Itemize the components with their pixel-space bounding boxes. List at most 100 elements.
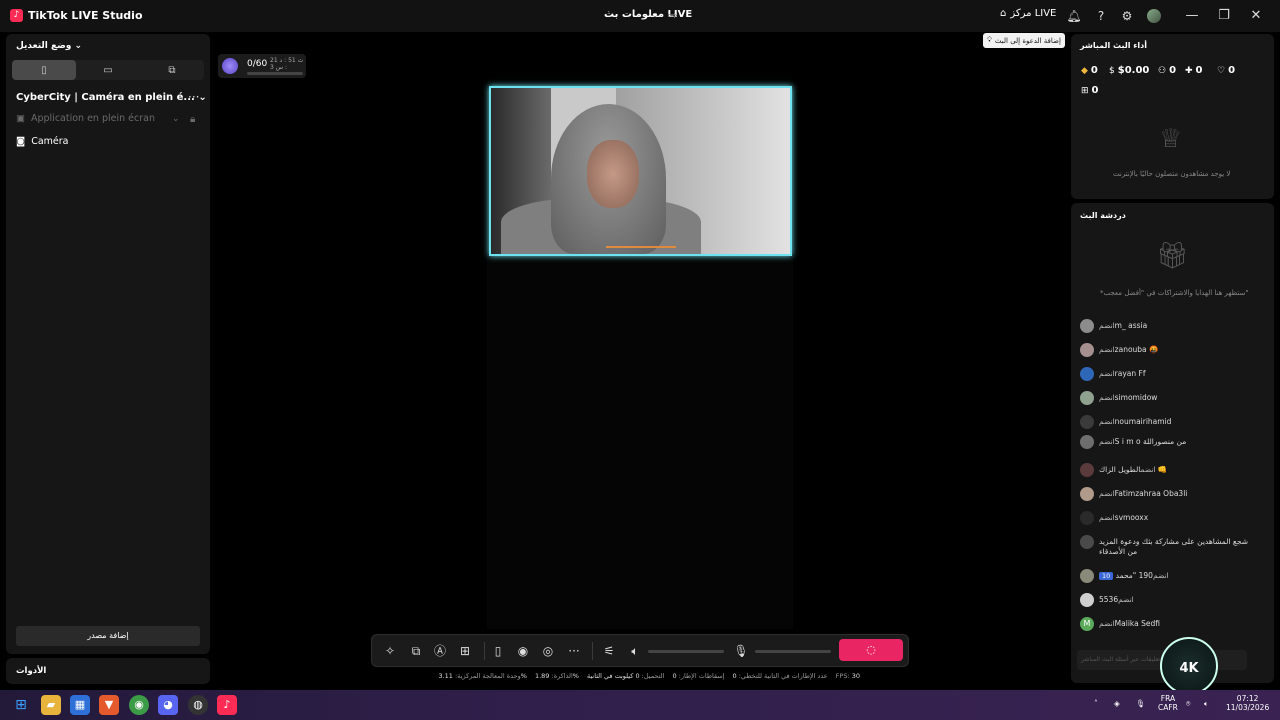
joined-label: انضم xyxy=(1152,571,1169,580)
diamonds-metric: ◆ 0 xyxy=(1081,65,1098,76)
record-icon[interactable]: ◉ xyxy=(515,643,531,659)
chat-message-text: انضم190 "محمد 10 xyxy=(1099,569,1169,581)
tools-label: الأدوات xyxy=(16,666,47,676)
app-title: TikTok LIVE Studio xyxy=(28,9,143,22)
share-icon[interactable]: ⇨ xyxy=(668,9,677,22)
chat-message[interactable]: شجع المشاهدين على مشاركة بثك ودعوة المزي… xyxy=(1080,535,1260,557)
speaker-volume-slider[interactable] xyxy=(648,650,724,653)
maximize-button[interactable]: ❐ xyxy=(1209,6,1239,26)
chat-message[interactable]: انضم5536 xyxy=(1080,593,1260,607)
discord-icon[interactable]: ◕ xyxy=(158,695,178,715)
add-scene-icon[interactable]: ⊞ xyxy=(457,643,473,659)
source-item-camera[interactable]: ◙ Caméra xyxy=(16,133,69,149)
chat-message-text: انضم5536 xyxy=(1099,593,1134,605)
microphone-icon[interactable]: 🎙︎ xyxy=(733,643,749,659)
gift-icon: ⊞ xyxy=(1081,85,1089,96)
camera-source-frame[interactable] xyxy=(489,86,792,256)
minimize-button[interactable]: — xyxy=(1177,6,1207,26)
landscape-icon: ▭ xyxy=(103,64,113,76)
tray-app-icon[interactable]: ◈ xyxy=(1114,699,1120,708)
gifts-metric: ⊞ 0 xyxy=(1081,85,1099,96)
chrome-icon[interactable]: ◉ xyxy=(129,695,149,715)
gear-icon[interactable]: ⚙ xyxy=(1119,8,1135,24)
tiktok-taskbar-icon[interactable]: ♪ xyxy=(217,695,237,715)
chat-message[interactable]: انضمS i m o من منصوراللة xyxy=(1080,435,1260,449)
phone-icon[interactable]: ▯ xyxy=(490,643,506,659)
control-bar: ✧ ⧉ Ⓐ ⊞ ▯ ◉ ◎ ··· ⚟ 🔈︎ 🎙︎ xyxy=(371,634,909,667)
joined-label: انضم xyxy=(1099,393,1115,402)
landscape-button[interactable]: ▭ xyxy=(76,60,140,80)
portrait-button[interactable]: ▯ xyxy=(12,60,76,80)
ai-icon[interactable]: Ⓐ xyxy=(432,643,448,659)
add-source-button[interactable]: إضافة مصدر xyxy=(16,626,200,646)
more-options-icon[interactable]: ··· xyxy=(188,90,199,104)
go-live-button[interactable]: ◌ xyxy=(839,639,903,661)
chat-message[interactable]: انضمFatimzahraa Oba3li xyxy=(1080,487,1260,501)
dual-layout-button[interactable]: ⧉ xyxy=(140,60,204,80)
chat-message[interactable]: انضم190 "محمد 10 xyxy=(1080,569,1260,583)
share-icon xyxy=(1080,535,1094,549)
chat-message[interactable]: انضمrayan Ff xyxy=(1080,367,1260,381)
tray-chevron-icon[interactable]: ˄ xyxy=(1094,699,1098,708)
effects-icon[interactable]: ⧉ xyxy=(408,643,424,659)
edit-mode-dropdown[interactable]: وضع التعديل ⌄ xyxy=(16,41,82,51)
tip-text: إضافة الدعوة إلى البث xyxy=(994,36,1061,45)
avatar: M xyxy=(1080,617,1094,631)
avatar xyxy=(1080,415,1094,429)
tray-mic-icon[interactable]: 🎙︎ xyxy=(1136,699,1146,708)
source-item-fullscreen-app[interactable]: ▣ Application en plein écran xyxy=(16,110,155,126)
help-icon[interactable]: ? xyxy=(1093,8,1109,24)
joined-label: انضم xyxy=(1118,595,1134,604)
person xyxy=(587,140,639,208)
chat-message[interactable]: انضمnoumairihamid xyxy=(1080,415,1260,429)
language-indicator[interactable]: FRA CAFR xyxy=(1158,694,1178,712)
heart-icon: ♡ xyxy=(1217,65,1226,76)
bell-icon[interactable]: 🔔︎ xyxy=(1066,8,1082,24)
add-invite-tip[interactable]: 💡︎ إضافة الدعوة إلى البث xyxy=(983,33,1065,48)
file-explorer-icon[interactable]: ▰ xyxy=(41,695,61,715)
chat-username: شجع المشاهدين على مشاركة بثك ودعوة المزي… xyxy=(1099,537,1248,556)
avatar[interactable] xyxy=(1147,9,1161,23)
chat-message[interactable]: انضمsimomidow xyxy=(1080,391,1260,405)
scene-panel: وضع التعديل ⌄ ▯ ▭ ⧉ CyberCity | Caméra e… xyxy=(6,34,210,654)
volume-icon[interactable]: 🔈︎ xyxy=(1204,699,1209,708)
chat-message-text: انضمFatimzahraa Oba3li xyxy=(1099,487,1187,499)
live-center-button[interactable]: ⌂ مركز LIVE xyxy=(1000,8,1056,19)
chat-message[interactable]: انضمm_ assia xyxy=(1080,319,1260,333)
lock-icon[interactable]: 🔒︎ xyxy=(190,114,195,125)
avatar xyxy=(1080,367,1094,381)
chat-message-text: انضمS i m o من منصوراللة xyxy=(1099,435,1186,447)
screenshot-icon[interactable]: ◎ xyxy=(540,643,556,659)
speaker-icon[interactable]: 🔈︎ xyxy=(627,643,643,659)
magic-wand-icon[interactable]: ✧ xyxy=(382,643,398,659)
chat-message[interactable]: انضمالطويل الزاك 👊 xyxy=(1080,463,1260,477)
app-icon[interactable]: ◍ xyxy=(188,695,208,715)
likes-metric: ♡ 0 xyxy=(1217,65,1236,76)
stream-info-title[interactable]: معلومات بث LIVE xyxy=(604,9,692,20)
chat-message[interactable]: انضمzanouba 🤬 xyxy=(1080,343,1260,357)
more-icon[interactable]: ··· xyxy=(566,643,582,659)
chat-username: simomidow xyxy=(1114,393,1158,402)
collapse-icon[interactable]: ⌄ xyxy=(172,114,180,124)
earnings-metric: $ $0.00 xyxy=(1109,65,1150,76)
avatar xyxy=(1080,435,1094,449)
settings-sliders-icon[interactable]: ⚟ xyxy=(601,643,617,659)
goal-widget[interactable]: 0/60 ث 51 : د 21 : س 3 xyxy=(218,54,306,78)
clock[interactable]: 07:12 11/03/2026 xyxy=(1226,694,1269,712)
gift-hint-text: *ستظهر هنا الهدايا والاشتراكات في "أفضل … xyxy=(1100,289,1249,297)
brave-browser-icon[interactable]: ▼ xyxy=(99,695,119,715)
store-icon[interactable]: ▦ xyxy=(70,695,90,715)
chat-username: Malika Sedfi xyxy=(1114,619,1160,628)
tools-panel[interactable]: الأدوات xyxy=(6,658,210,684)
chat-message[interactable]: انضمsvmooxx xyxy=(1080,511,1260,525)
scene-selector[interactable]: CyberCity | Caméra en plein é... ⌄ xyxy=(16,92,207,103)
microphone-volume-slider[interactable] xyxy=(755,650,831,653)
joined-label: انضم xyxy=(1140,465,1156,474)
dual-layout-icon: ⧉ xyxy=(168,64,176,76)
joined-label: انضم xyxy=(1099,513,1115,522)
frame-decoration xyxy=(606,246,676,248)
network-icon[interactable]: ⌾ xyxy=(1186,699,1191,708)
windows-start-icon[interactable]: ⊞ xyxy=(11,695,31,715)
close-button[interactable]: ✕ xyxy=(1241,6,1271,26)
chat-message[interactable]: M انضمMalika Sedfi xyxy=(1080,617,1260,631)
